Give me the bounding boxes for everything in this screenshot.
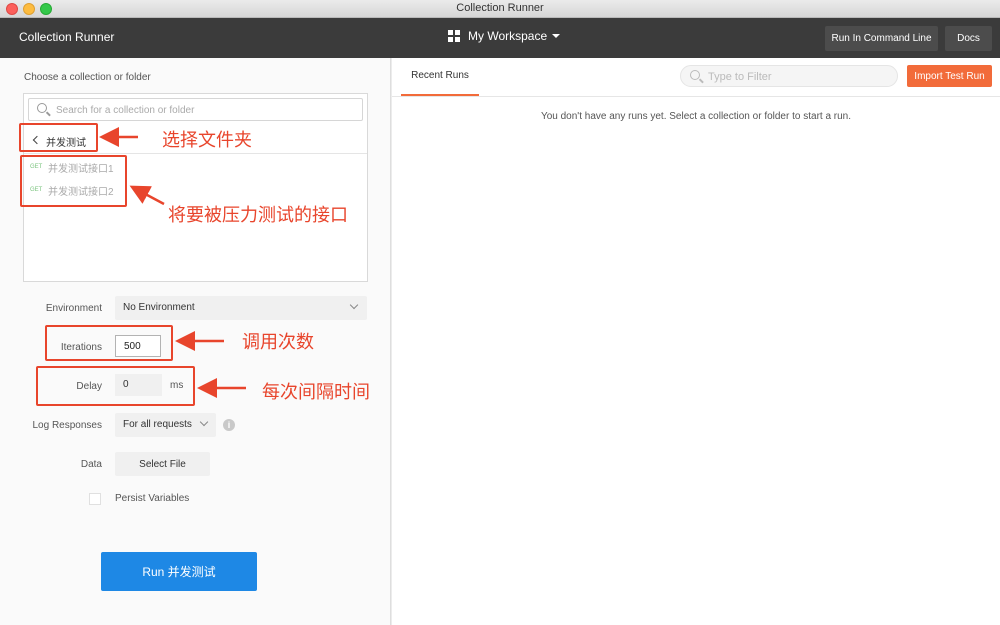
recent-runs-panel: Recent Runs Import Test Run You don't ha… [392,58,1000,625]
docs-button[interactable]: Docs [945,26,992,51]
search-icon [690,70,700,80]
persist-variables-label: Persist Variables [115,493,190,504]
annotation-box-requests [20,155,127,207]
persist-variables-checkbox[interactable] [89,493,101,505]
tab-divider [392,96,1000,97]
run-collection-button[interactable]: Run 并发测试 [101,552,257,591]
workspace-grid-icon [448,30,460,42]
collection-search [28,98,363,121]
app-title: Collection Runner [19,30,115,44]
annotation-box-iterations [45,325,173,361]
log-responses-label: Log Responses [32,420,103,431]
select-file-button[interactable]: Select File [115,452,210,476]
caret-down-icon [552,34,561,38]
log-responses-value: For all requests [123,419,192,430]
run-in-command-line-button[interactable]: Run In Command Line [825,26,938,51]
window-title: Collection Runner [456,2,544,14]
info-icon[interactable]: i [223,419,235,431]
chevron-down-icon [349,300,359,310]
runs-filter [680,65,898,87]
chevron-down-icon [199,417,209,427]
environment-select[interactable]: No Environment [115,296,367,320]
environment-label: Environment [45,303,102,314]
collection-search-input[interactable] [56,102,356,118]
workspace-name: My Workspace [468,29,548,43]
empty-runs-message: You don't have any runs yet. Select a co… [540,111,852,122]
annotation-box-delay [36,366,195,406]
log-responses-select[interactable]: For all requests [115,413,216,437]
filter-input[interactable] [708,69,888,84]
annotation-delay: 每次间隔时间 [262,382,370,402]
workspace-switcher[interactable]: My Workspace [448,29,561,43]
app-header: Collection Runner My Workspace Run In Co… [0,18,1000,58]
annotation-requests: 将要被压力测试的接口 [168,205,348,225]
environment-value: No Environment [123,302,195,313]
data-label: Data [80,459,102,470]
annotation-iterations: 调用次数 [242,332,314,352]
import-test-run-button[interactable]: Import Test Run [907,65,992,87]
tab-recent-runs[interactable]: Recent Runs [401,66,479,96]
annotation-box-folder [19,123,98,152]
annotation-folder: 选择文件夹 [162,130,252,150]
choose-collection-label: Choose a collection or folder [24,72,151,83]
search-icon [37,103,47,113]
window-titlebar: Collection Runner [0,0,1000,18]
